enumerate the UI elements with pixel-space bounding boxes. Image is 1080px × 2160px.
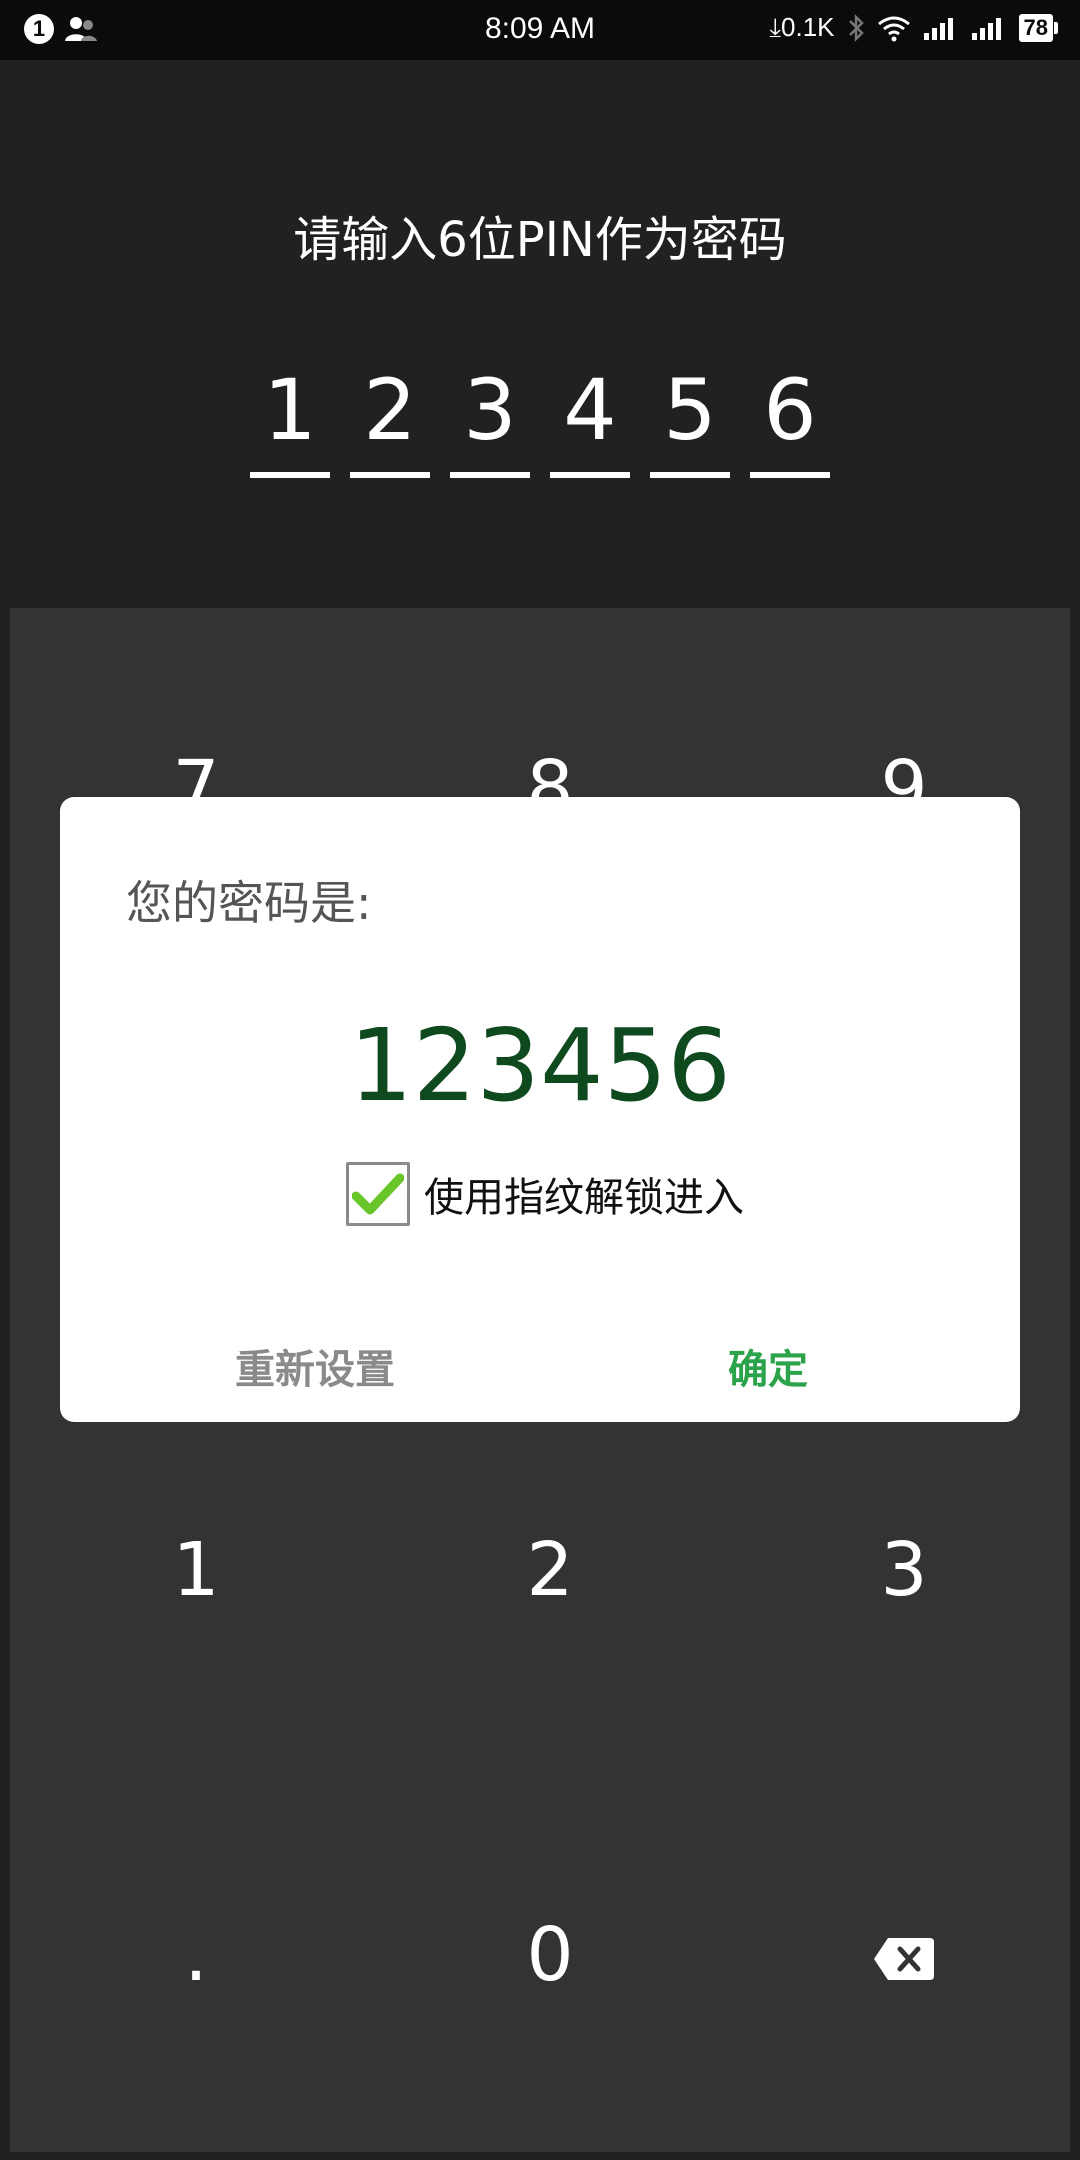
password-dialog: 您的密码是: 123456 使用指纹解锁进入 重新设置 确定 <box>60 797 1020 1422</box>
dialog-password: 123456 <box>349 1007 731 1124</box>
fingerprint-option[interactable]: 使用指纹解锁进入 <box>346 1162 744 1226</box>
fingerprint-checkbox[interactable] <box>346 1162 410 1226</box>
checkmark-icon <box>352 1173 404 1215</box>
fingerprint-label: 使用指纹解锁进入 <box>424 1175 744 1221</box>
confirm-button[interactable]: 确定 <box>728 1337 808 1395</box>
dialog-title: 您的密码是: <box>126 876 372 930</box>
reset-button[interactable]: 重新设置 <box>235 1337 395 1395</box>
